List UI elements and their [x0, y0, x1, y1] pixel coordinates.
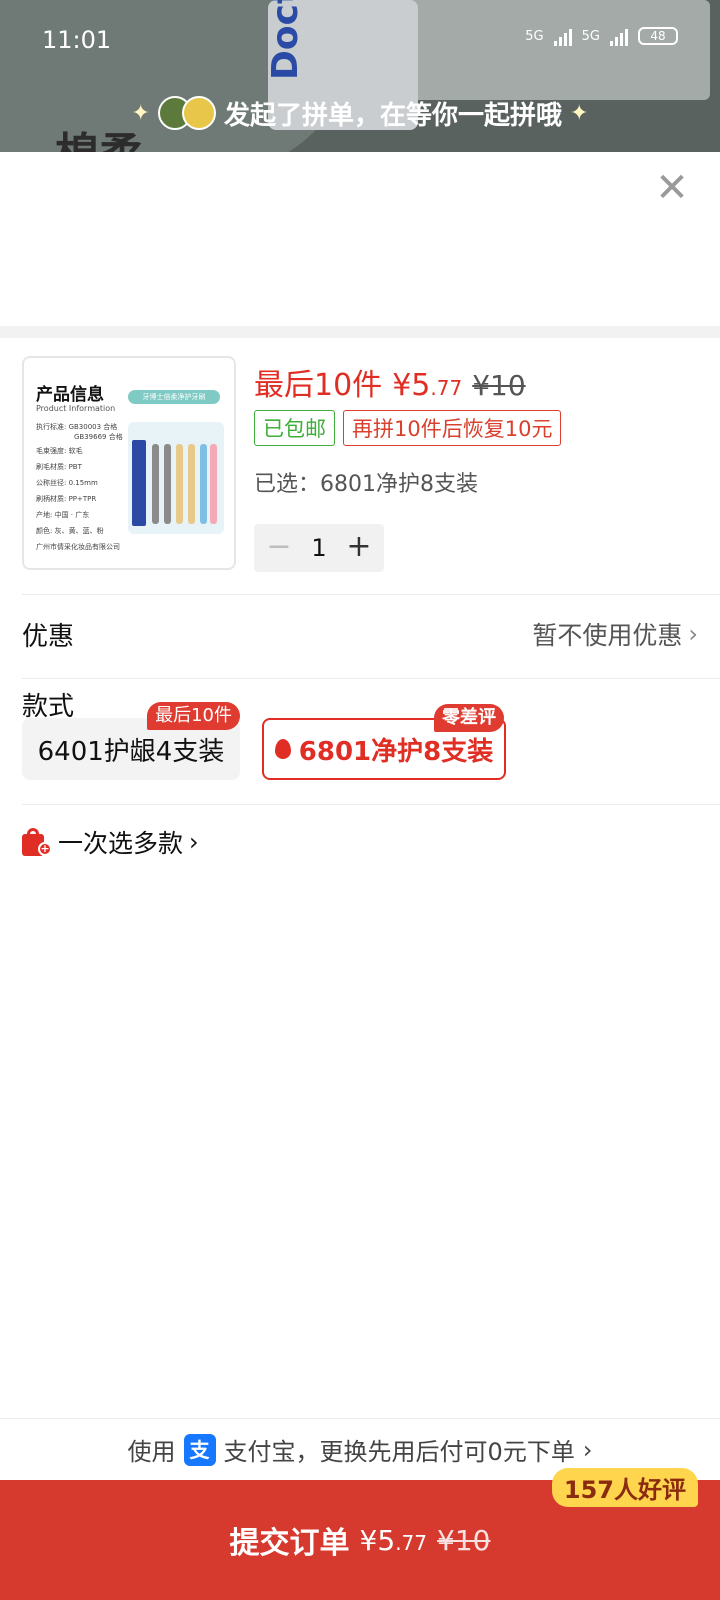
payment-text: 支付宝，更换先用后付可0元下单: [223, 1438, 575, 1466]
payment-prefix: 使用: [127, 1438, 176, 1466]
sparkle-icon: ✦: [131, 100, 150, 126]
shopping-bag-plus-icon: +: [22, 828, 52, 856]
style-option-6801[interactable]: 零差评 6801净护8支装: [262, 704, 506, 780]
option-badge: 零差评: [434, 704, 504, 732]
close-icon[interactable]: ✕: [652, 168, 692, 208]
sparkle-icon: ✦: [570, 100, 589, 126]
price-int: 5: [377, 1523, 396, 1557]
selected-variant: 已选：6801净护8支装: [254, 472, 478, 497]
thumb-subtitle: Product Information: [36, 404, 116, 413]
submit-price: ¥5.77: [360, 1524, 427, 1557]
thumb-line: GB39669 合格: [74, 433, 123, 441]
thumb-line: 颜色: 灰、黄、蓝、粉: [36, 527, 104, 535]
original-price: ¥10: [472, 369, 526, 402]
coupon-value-text: 暂不使用优惠: [532, 621, 683, 650]
chevron-right-icon: ›: [582, 1435, 593, 1464]
multi-select-link[interactable]: + 一次选多款 ›: [22, 824, 199, 860]
product-summary: 产品信息 Product Information 牙博士倍柔净护牙刷 执行标准:…: [22, 356, 698, 576]
submit-order-button[interactable]: 157人好评 提交订单 ¥5.77 ¥10: [0, 1468, 720, 1600]
divider: [22, 678, 720, 679]
restore-price-tag: 再拼10件后恢复10元: [343, 410, 562, 446]
background-brand-text: Doctor: [265, 0, 306, 80]
divider: [22, 804, 720, 805]
thumb-line: 执行标准: GB30003 合格: [36, 423, 118, 431]
section-divider: [0, 326, 720, 338]
group-banner-text: 发起了拼单，在等你一起拼哦: [223, 100, 562, 131]
status-icons: 5G 5G 48: [525, 26, 678, 46]
thumb-line: 广州市倩采化妆品有限公司: [36, 543, 120, 551]
thumb-title: 产品信息: [36, 385, 104, 405]
product-tags: 已包邮 再拼10件后恢复10元: [254, 410, 562, 446]
signal-icon: [553, 26, 572, 46]
avatar: [181, 96, 216, 130]
style-option-6401[interactable]: 最后10件 6401护龈4支装: [22, 702, 240, 780]
free-shipping-tag: 已包邮: [254, 410, 335, 446]
last-pieces-label: 最后10件: [254, 368, 383, 403]
battery-icon: 48: [638, 27, 678, 45]
submit-original-price: ¥10: [437, 1523, 491, 1557]
minus-icon[interactable]: −: [264, 532, 294, 563]
status-time: 11:01: [42, 26, 112, 54]
flame-icon: [274, 739, 291, 759]
price-row: 最后10件 ¥5.77 ¥10: [254, 360, 526, 404]
current-price: ¥5.77: [392, 368, 462, 403]
multi-select-label: 一次选多款: [58, 829, 184, 858]
thumb-line: 刷柄材质: PP+TPR: [36, 495, 97, 503]
option-badge: 最后10件: [147, 702, 240, 730]
price-symbol: ¥: [359, 1523, 378, 1557]
quantity-stepper: − 1 +: [254, 524, 384, 572]
thumb-line: 产地: 中国 · 广东: [36, 511, 90, 519]
toothbrush-pack-image: [128, 422, 224, 534]
price-dec: .77: [395, 1530, 427, 1555]
pack-brand-strip: [132, 440, 146, 526]
order-sheet: ✕ 产品信息 Product Information 牙博士倍柔净护牙刷 执行标…: [0, 152, 720, 1600]
chevron-right-icon: ›: [688, 620, 698, 648]
network-label: 5G: [525, 28, 544, 44]
coupon-row[interactable]: 优惠 暂不使用优惠 ›: [22, 594, 698, 674]
price-dec: .77: [430, 376, 463, 400]
product-thumbnail[interactable]: 产品信息 Product Information 牙博士倍柔净护牙刷 执行标准:…: [22, 356, 236, 570]
alipay-icon: 支: [183, 1433, 216, 1466]
thumb-line: 刷毛材质: PBT: [36, 463, 82, 471]
chevron-right-icon: ›: [189, 828, 199, 856]
price-symbol: ¥: [392, 368, 412, 403]
price-int: 5: [411, 368, 431, 403]
group-buy-banner: ✦ 发起了拼单，在等你一起拼哦 ✦: [0, 92, 720, 134]
signal-icon: [610, 26, 628, 46]
review-count-badge: 157人好评: [551, 1468, 698, 1507]
quantity-value[interactable]: 1: [311, 534, 326, 562]
thumb-tag: 牙博士倍柔净护牙刷: [128, 390, 220, 404]
thumb-line: 毛束强度: 软毛: [36, 447, 83, 455]
avatar-group: [157, 96, 216, 130]
plus-icon[interactable]: +: [344, 532, 374, 563]
submit-label: 提交订单: [229, 1526, 350, 1561]
coupon-value: 暂不使用优惠 ›: [532, 616, 698, 652]
thumb-line: 公称丝径: 0.15mm: [36, 479, 98, 487]
option-label: 6401护龈4支装: [37, 736, 225, 767]
coupon-label: 优惠: [22, 621, 75, 652]
network-label: 5G: [581, 28, 600, 44]
option-label: 6801净护8支装: [298, 736, 494, 767]
